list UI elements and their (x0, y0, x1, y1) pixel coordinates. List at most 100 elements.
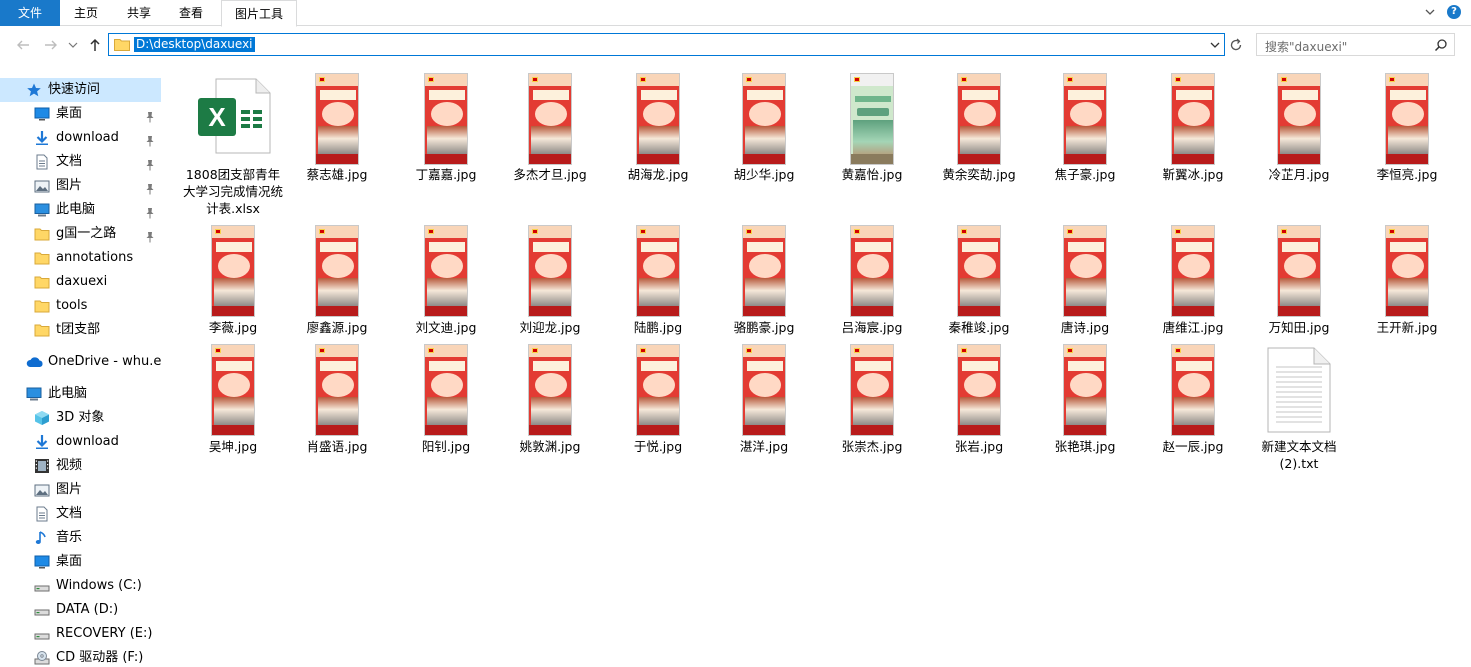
sidebar-item-label: CD 驱动器 (F:) (56, 650, 144, 665)
sidebar-item-label: 此电脑 (56, 202, 96, 217)
sidebar-item[interactable]: 视频 (0, 454, 161, 478)
sidebar-item[interactable]: 文档 (0, 502, 161, 526)
file-name: 陆鹏.jpg (633, 320, 683, 335)
search-input[interactable]: 搜索"daxuexi" (1256, 33, 1455, 56)
image-thumbnail (528, 344, 572, 436)
image-thumbnail-content (742, 225, 786, 317)
address-bar[interactable]: D:\desktop\daxuexi (108, 33, 1225, 56)
image-thumbnail-content (1063, 73, 1107, 165)
sidebar-item-label: 桌面 (56, 554, 83, 569)
image-thumbnail-content (1385, 73, 1429, 165)
sidebar-item[interactable]: RECOVERY (E:) (0, 622, 161, 646)
sidebar-item[interactable]: t团支部 (0, 318, 161, 342)
tab-view[interactable]: 查看 (166, 0, 216, 26)
sidebar-item-label: 快速访问 (48, 82, 101, 97)
pin-icon[interactable] (145, 156, 155, 171)
sidebar-item-label: tools (56, 298, 88, 313)
file-name: 张崇杰.jpg (841, 439, 903, 454)
recent-locations-chevron-icon[interactable] (64, 36, 82, 54)
sidebar-item[interactable]: CD 驱动器 (F:) (0, 646, 161, 667)
chevron-down-icon[interactable] (1423, 5, 1437, 19)
sidebar-item-label: download (56, 130, 119, 145)
help-icon[interactable]: ? (1447, 5, 1461, 19)
file-name: 黄余奕劼.jpg (942, 167, 1016, 182)
image-thumbnail (1063, 225, 1107, 317)
image-thumbnail-content (850, 225, 894, 317)
image-thumbnail-content (1171, 73, 1215, 165)
file-name: 李恒亮.jpg (1376, 167, 1438, 182)
forward-arrow-icon[interactable] (42, 36, 60, 54)
image-thumbnail-content (1171, 225, 1215, 317)
image-thumbnail (424, 73, 468, 165)
sidebar-item[interactable]: 快速访问 (0, 78, 161, 102)
file-name: 唐诗.jpg (1060, 320, 1110, 335)
image-thumbnail-content (850, 344, 894, 436)
image-thumbnail-content (211, 344, 255, 436)
image-thumbnail-content (424, 225, 468, 317)
sidebar-item[interactable]: OneDrive - whu.edu (0, 350, 161, 374)
tab-file[interactable]: 文件 (0, 0, 60, 26)
image-thumbnail (424, 225, 468, 317)
file-name: 姚敦渊.jpg (519, 439, 581, 454)
image-thumbnail (315, 73, 359, 165)
file-name: 刘迎龙.jpg (519, 320, 581, 335)
sidebar-item[interactable]: 此电脑 (0, 382, 161, 406)
address-path[interactable]: D:\desktop\daxuexi (134, 37, 255, 52)
search-icon[interactable] (1434, 38, 1448, 55)
sidebar-item[interactable]: 3D 对象 (0, 406, 161, 430)
sidebar-item[interactable]: DATA (D:) (0, 598, 161, 622)
address-dropdown-icon[interactable] (1208, 38, 1222, 55)
sidebar-item[interactable]: 文档 (0, 150, 161, 174)
sidebar-item[interactable]: download (0, 126, 161, 150)
picture-icon (34, 178, 50, 194)
sidebar-item[interactable]: g国一之路 (0, 222, 161, 246)
sidebar-item-label: 文档 (56, 154, 83, 169)
tab-share[interactable]: 共享 (112, 0, 166, 26)
pin-icon[interactable] (145, 180, 155, 195)
refresh-icon[interactable] (1228, 37, 1244, 53)
image-thumbnail (636, 73, 680, 165)
sidebar-item[interactable]: 图片 (0, 174, 161, 198)
sidebar-item[interactable]: Windows (C:) (0, 574, 161, 598)
sidebar-item[interactable]: annotations (0, 246, 161, 270)
document-icon (34, 154, 50, 170)
image-thumbnail (742, 225, 786, 317)
sidebar-item-label: t团支部 (56, 322, 101, 337)
tab-home[interactable]: 主页 (60, 0, 112, 26)
tab-picture-tools[interactable]: 图片工具 (221, 0, 297, 27)
sidebar-item[interactable]: 此电脑 (0, 198, 161, 222)
download-icon (34, 130, 50, 146)
sidebar-item[interactable]: 桌面 (0, 102, 161, 126)
image-thumbnail-content (957, 225, 1001, 317)
sidebar-item-label: daxuexi (56, 274, 108, 289)
sidebar-item[interactable]: 图片 (0, 478, 161, 502)
sidebar-item[interactable]: daxuexi (0, 270, 161, 294)
back-arrow-icon[interactable] (14, 36, 32, 54)
pin-icon[interactable] (145, 228, 155, 243)
file-name: 王开新.jpg (1376, 320, 1438, 335)
image-thumbnail (636, 344, 680, 436)
file-name: 秦稚竣.jpg (948, 320, 1010, 335)
image-thumbnail-content (1171, 344, 1215, 436)
sidebar-item-label: 3D 对象 (56, 410, 105, 425)
image-thumbnail-content (1277, 73, 1321, 165)
sidebar-item-label: 音乐 (56, 530, 83, 545)
file-name: 胡海龙.jpg (627, 167, 689, 182)
image-thumbnail-content (1063, 344, 1107, 436)
pin-icon[interactable] (145, 132, 155, 147)
document-icon (34, 506, 50, 522)
folder-icon (34, 274, 50, 290)
svg-text:X: X (208, 102, 226, 132)
sidebar-item-label: DATA (D:) (56, 602, 119, 617)
image-thumbnail-content (1385, 225, 1429, 317)
sidebar-item[interactable]: 音乐 (0, 526, 161, 550)
sidebar-item-label: 视频 (56, 458, 83, 473)
sidebar-item[interactable]: tools (0, 294, 161, 318)
address-row: D:\desktop\daxuexi 搜索"daxuexi" (0, 27, 1471, 63)
pin-icon[interactable] (145, 204, 155, 219)
desktop-icon (34, 106, 50, 122)
sidebar-item[interactable]: download (0, 430, 161, 454)
pin-icon[interactable] (145, 108, 155, 123)
sidebar-item[interactable]: 桌面 (0, 550, 161, 574)
up-arrow-icon[interactable] (86, 36, 104, 54)
